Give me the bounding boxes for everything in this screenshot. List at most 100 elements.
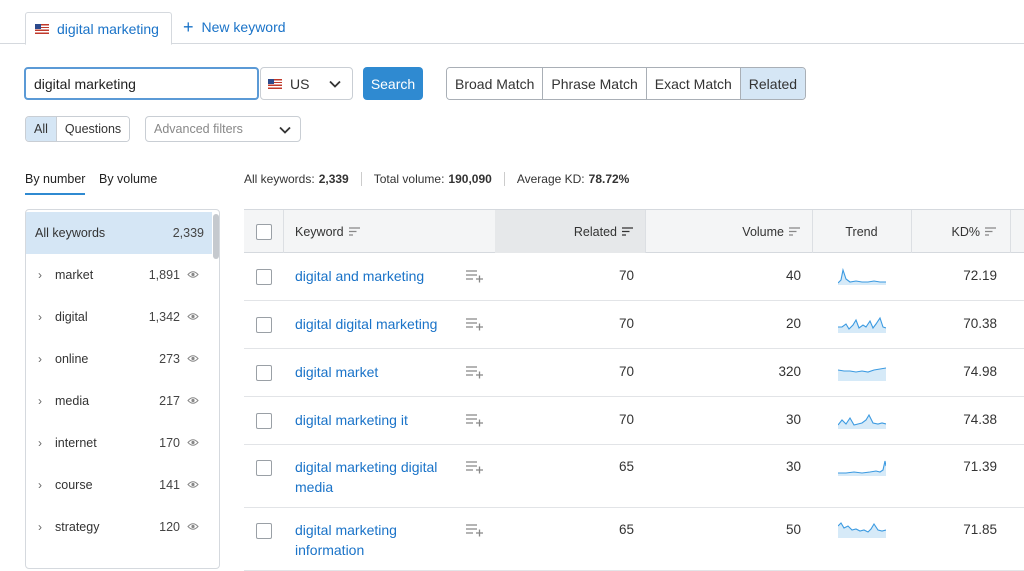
keyword-search-input[interactable] (24, 67, 259, 100)
search-button[interactable]: Search (363, 67, 423, 100)
volume-value: 20 (785, 316, 801, 331)
kd-value: 71.39 (963, 459, 997, 474)
trend-sparkline (838, 522, 886, 538)
divider (360, 172, 362, 186)
exact-match-button[interactable]: Exact Match (646, 68, 741, 99)
table-row: digital market 70 320 74.98 (244, 349, 1024, 397)
sidebar-scrollbar[interactable] (213, 214, 219, 259)
row-checkbox[interactable] (256, 523, 272, 539)
tab-bar: digital marketing + New keyword (0, 0, 1024, 45)
related-column-header[interactable]: Related (495, 210, 645, 253)
table-row: digital marketing information 65 50 71.8… (244, 508, 1024, 571)
volume-value: 320 (778, 364, 801, 379)
chevron-down-icon (329, 80, 341, 88)
keyword-link[interactable]: digital marketing information (295, 520, 455, 560)
related-button[interactable]: Related (740, 68, 806, 99)
eye-icon[interactable] (187, 480, 199, 489)
keyword-groups-sidebar: All keywords 2,339 › market 1,891 › digi… (25, 209, 220, 569)
kd-value: 71.85 (963, 522, 997, 537)
eye-icon[interactable] (187, 270, 199, 279)
sidebar-item-count: 2,339 (172, 226, 204, 240)
eye-icon[interactable] (187, 312, 199, 321)
select-all-checkbox[interactable] (256, 223, 272, 240)
row-checkbox[interactable] (256, 365, 272, 381)
sidebar-item-count: 1,891 (148, 268, 180, 282)
question-filter-toggle: All Questions (25, 116, 131, 142)
sidebar-item-count: 217 (159, 394, 180, 408)
add-to-list-icon[interactable] (466, 460, 483, 474)
trend-sparkline (838, 367, 886, 381)
add-to-list-icon[interactable] (466, 317, 483, 331)
total-volume-value: 190,090 (448, 172, 492, 186)
eye-icon[interactable] (187, 354, 199, 363)
by-number-tab[interactable]: By number (25, 172, 86, 195)
kd-value: 74.38 (963, 412, 997, 427)
volume-value: 40 (785, 268, 801, 283)
sidebar-item-online[interactable]: › online 273 (26, 338, 212, 380)
sidebar-item-market[interactable]: › market 1,891 (26, 254, 212, 296)
kd-header-label: KD% (951, 224, 980, 239)
us-flag-icon (268, 78, 282, 89)
all-keywords-label: All keywords: (244, 172, 315, 186)
keyword-column-header[interactable]: Keyword (295, 210, 360, 253)
add-to-list-icon[interactable] (466, 523, 483, 537)
trend-header-label: Trend (845, 224, 878, 239)
keyword-link[interactable]: digital and marketing (295, 266, 455, 286)
questions-filter-button[interactable]: Questions (56, 117, 130, 141)
tab-label: digital marketing (57, 20, 159, 37)
eye-icon[interactable] (187, 396, 199, 405)
trend-sparkline (838, 267, 886, 285)
sidebar-item-course[interactable]: › course 141 (26, 464, 212, 506)
kd-column-header[interactable]: KD% (911, 210, 1010, 253)
volume-column-header[interactable]: Volume (645, 210, 812, 253)
database-label: US (290, 75, 310, 92)
sidebar-item-strategy[interactable]: › strategy 120 (26, 506, 212, 548)
chevron-down-icon (279, 126, 291, 134)
keyword-link[interactable]: digital marketing digital media (295, 457, 455, 497)
database-select[interactable]: US (260, 67, 353, 100)
table-row: digital and marketing 70 40 72.19 (244, 253, 1024, 301)
sidebar-item-internet[interactable]: › internet 170 (26, 422, 212, 464)
keyword-link[interactable]: digital market (295, 362, 455, 382)
match-type-group: Broad Match Phrase Match Exact Match Rel… (446, 67, 807, 100)
sidebar-item-label: course (55, 478, 93, 492)
add-to-list-icon[interactable] (466, 269, 483, 283)
keyword-link[interactable]: digital digital marketing (295, 314, 455, 334)
keyword-link[interactable]: digital marketing it (295, 410, 455, 430)
total-volume-label: Total volume: (373, 172, 445, 186)
related-value: 70 (618, 268, 634, 283)
advanced-filters-label: Advanced filters (154, 122, 243, 136)
sort-icon (348, 227, 360, 236)
sidebar-item-media[interactable]: › media 217 (26, 380, 212, 422)
phrase-match-button[interactable]: Phrase Match (543, 68, 647, 99)
sidebar-item-label: market (55, 268, 94, 282)
by-volume-tab[interactable]: By volume (99, 172, 157, 186)
chevron-right-icon: › (38, 268, 42, 282)
sidebar-item-count: 273 (159, 352, 180, 366)
table-header: Keyword Related Volume Trend KD% (244, 209, 1024, 253)
row-checkbox[interactable] (256, 269, 272, 285)
add-to-list-icon[interactable] (466, 413, 483, 427)
eye-icon[interactable] (187, 438, 199, 447)
row-checkbox[interactable] (256, 317, 272, 333)
new-keyword-tab[interactable]: + New keyword (183, 18, 286, 36)
all-filter-button[interactable]: All (26, 117, 57, 141)
eye-icon[interactable] (187, 522, 199, 531)
sidebar-item-count: 1,342 (148, 310, 180, 324)
related-value: 65 (618, 459, 634, 474)
chevron-right-icon: › (38, 478, 42, 492)
related-value: 70 (618, 364, 634, 379)
broad-match-button[interactable]: Broad Match (447, 68, 544, 99)
plus-icon: + (183, 17, 194, 37)
tab-digital-marketing[interactable]: digital marketing (25, 12, 172, 45)
related-value: 70 (618, 316, 634, 331)
add-to-list-icon[interactable] (466, 365, 483, 379)
sidebar-item-label: All keywords (35, 226, 106, 240)
row-checkbox[interactable] (256, 413, 272, 429)
chevron-right-icon: › (38, 352, 42, 366)
advanced-filters-dropdown[interactable]: Advanced filters (145, 116, 301, 142)
sidebar-item-digital[interactable]: › digital 1,342 (26, 296, 212, 338)
sidebar-item-all-keywords[interactable]: All keywords 2,339 (26, 212, 212, 254)
chevron-right-icon: › (38, 520, 42, 534)
row-checkbox[interactable] (256, 460, 272, 476)
